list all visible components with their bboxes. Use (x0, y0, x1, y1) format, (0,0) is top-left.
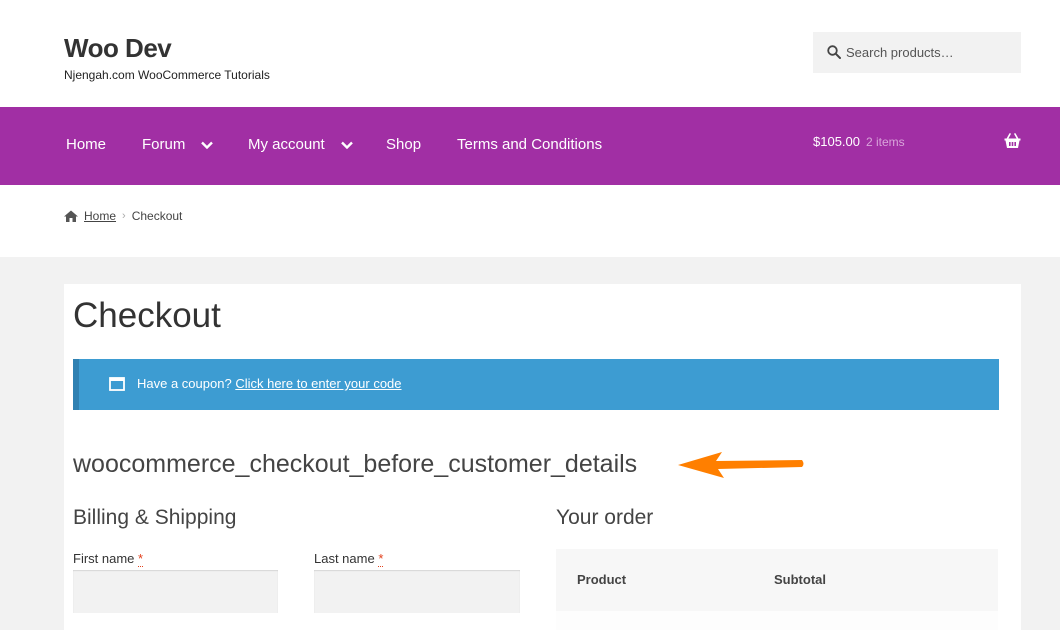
breadcrumb: Home › Checkout (64, 209, 182, 223)
coupon-link[interactable]: Click here to enter your code (235, 376, 401, 391)
site-title[interactable]: Woo Dev (64, 33, 172, 64)
nav-item-home[interactable]: Home (66, 136, 106, 153)
billing-heading: Billing & Shipping (73, 506, 237, 529)
basket-icon[interactable] (1004, 133, 1021, 149)
table-row (556, 611, 998, 630)
required-mark: * (378, 551, 384, 567)
primary-navigation: Home Forum My account Shop Terms and Con… (0, 107, 1060, 185)
search-icon[interactable] (827, 45, 841, 59)
subtotal-column-header: Subtotal (774, 572, 826, 587)
order-heading: Your order (556, 506, 654, 529)
coupon-prefix: Have a coupon? (137, 376, 232, 391)
chevron-down-icon[interactable] (340, 141, 353, 149)
breadcrumb-separator: › (122, 210, 126, 222)
last-name-label: Last name * (314, 551, 384, 567)
coupon-notice: Have a coupon? Click here to enter your … (73, 359, 999, 410)
home-icon (64, 210, 78, 222)
page-title: Checkout (73, 296, 221, 335)
product-column-header: Product (577, 572, 627, 587)
nav-item-forum[interactable]: Forum (142, 136, 214, 153)
nav-item-terms[interactable]: Terms and Conditions (457, 136, 602, 153)
last-name-field[interactable] (314, 570, 520, 613)
orange-arrow-annotation (678, 452, 804, 478)
coupon-text: Have a coupon? Click here to enter your … (137, 376, 402, 391)
breadcrumb-home-link[interactable]: Home (84, 209, 116, 223)
nav-item-my-account[interactable]: My account (248, 136, 353, 153)
order-table-header: Product Subtotal (556, 549, 998, 611)
required-mark: * (138, 551, 144, 567)
nav-item-shop[interactable]: Shop (386, 136, 421, 153)
cart-total[interactable]: $105.00 (813, 134, 860, 149)
breadcrumb-current: Checkout (131, 209, 183, 223)
first-name-field[interactable] (73, 570, 278, 613)
first-name-label: First name * (73, 551, 144, 567)
chevron-down-icon[interactable] (201, 141, 214, 149)
site-description: Njengah.com WooCommerce Tutorials (64, 68, 270, 82)
hook-name-text: woocommerce_checkout_before_customer_det… (73, 450, 638, 478)
order-review-table: Product Subtotal (556, 549, 998, 630)
search-form (813, 32, 1021, 73)
search-input[interactable] (846, 32, 1016, 73)
window-icon (109, 377, 125, 391)
cart-count[interactable]: 2 items (866, 135, 905, 149)
site-header: Woo Dev Njengah.com WooCommerce Tutorial… (0, 0, 1060, 107)
